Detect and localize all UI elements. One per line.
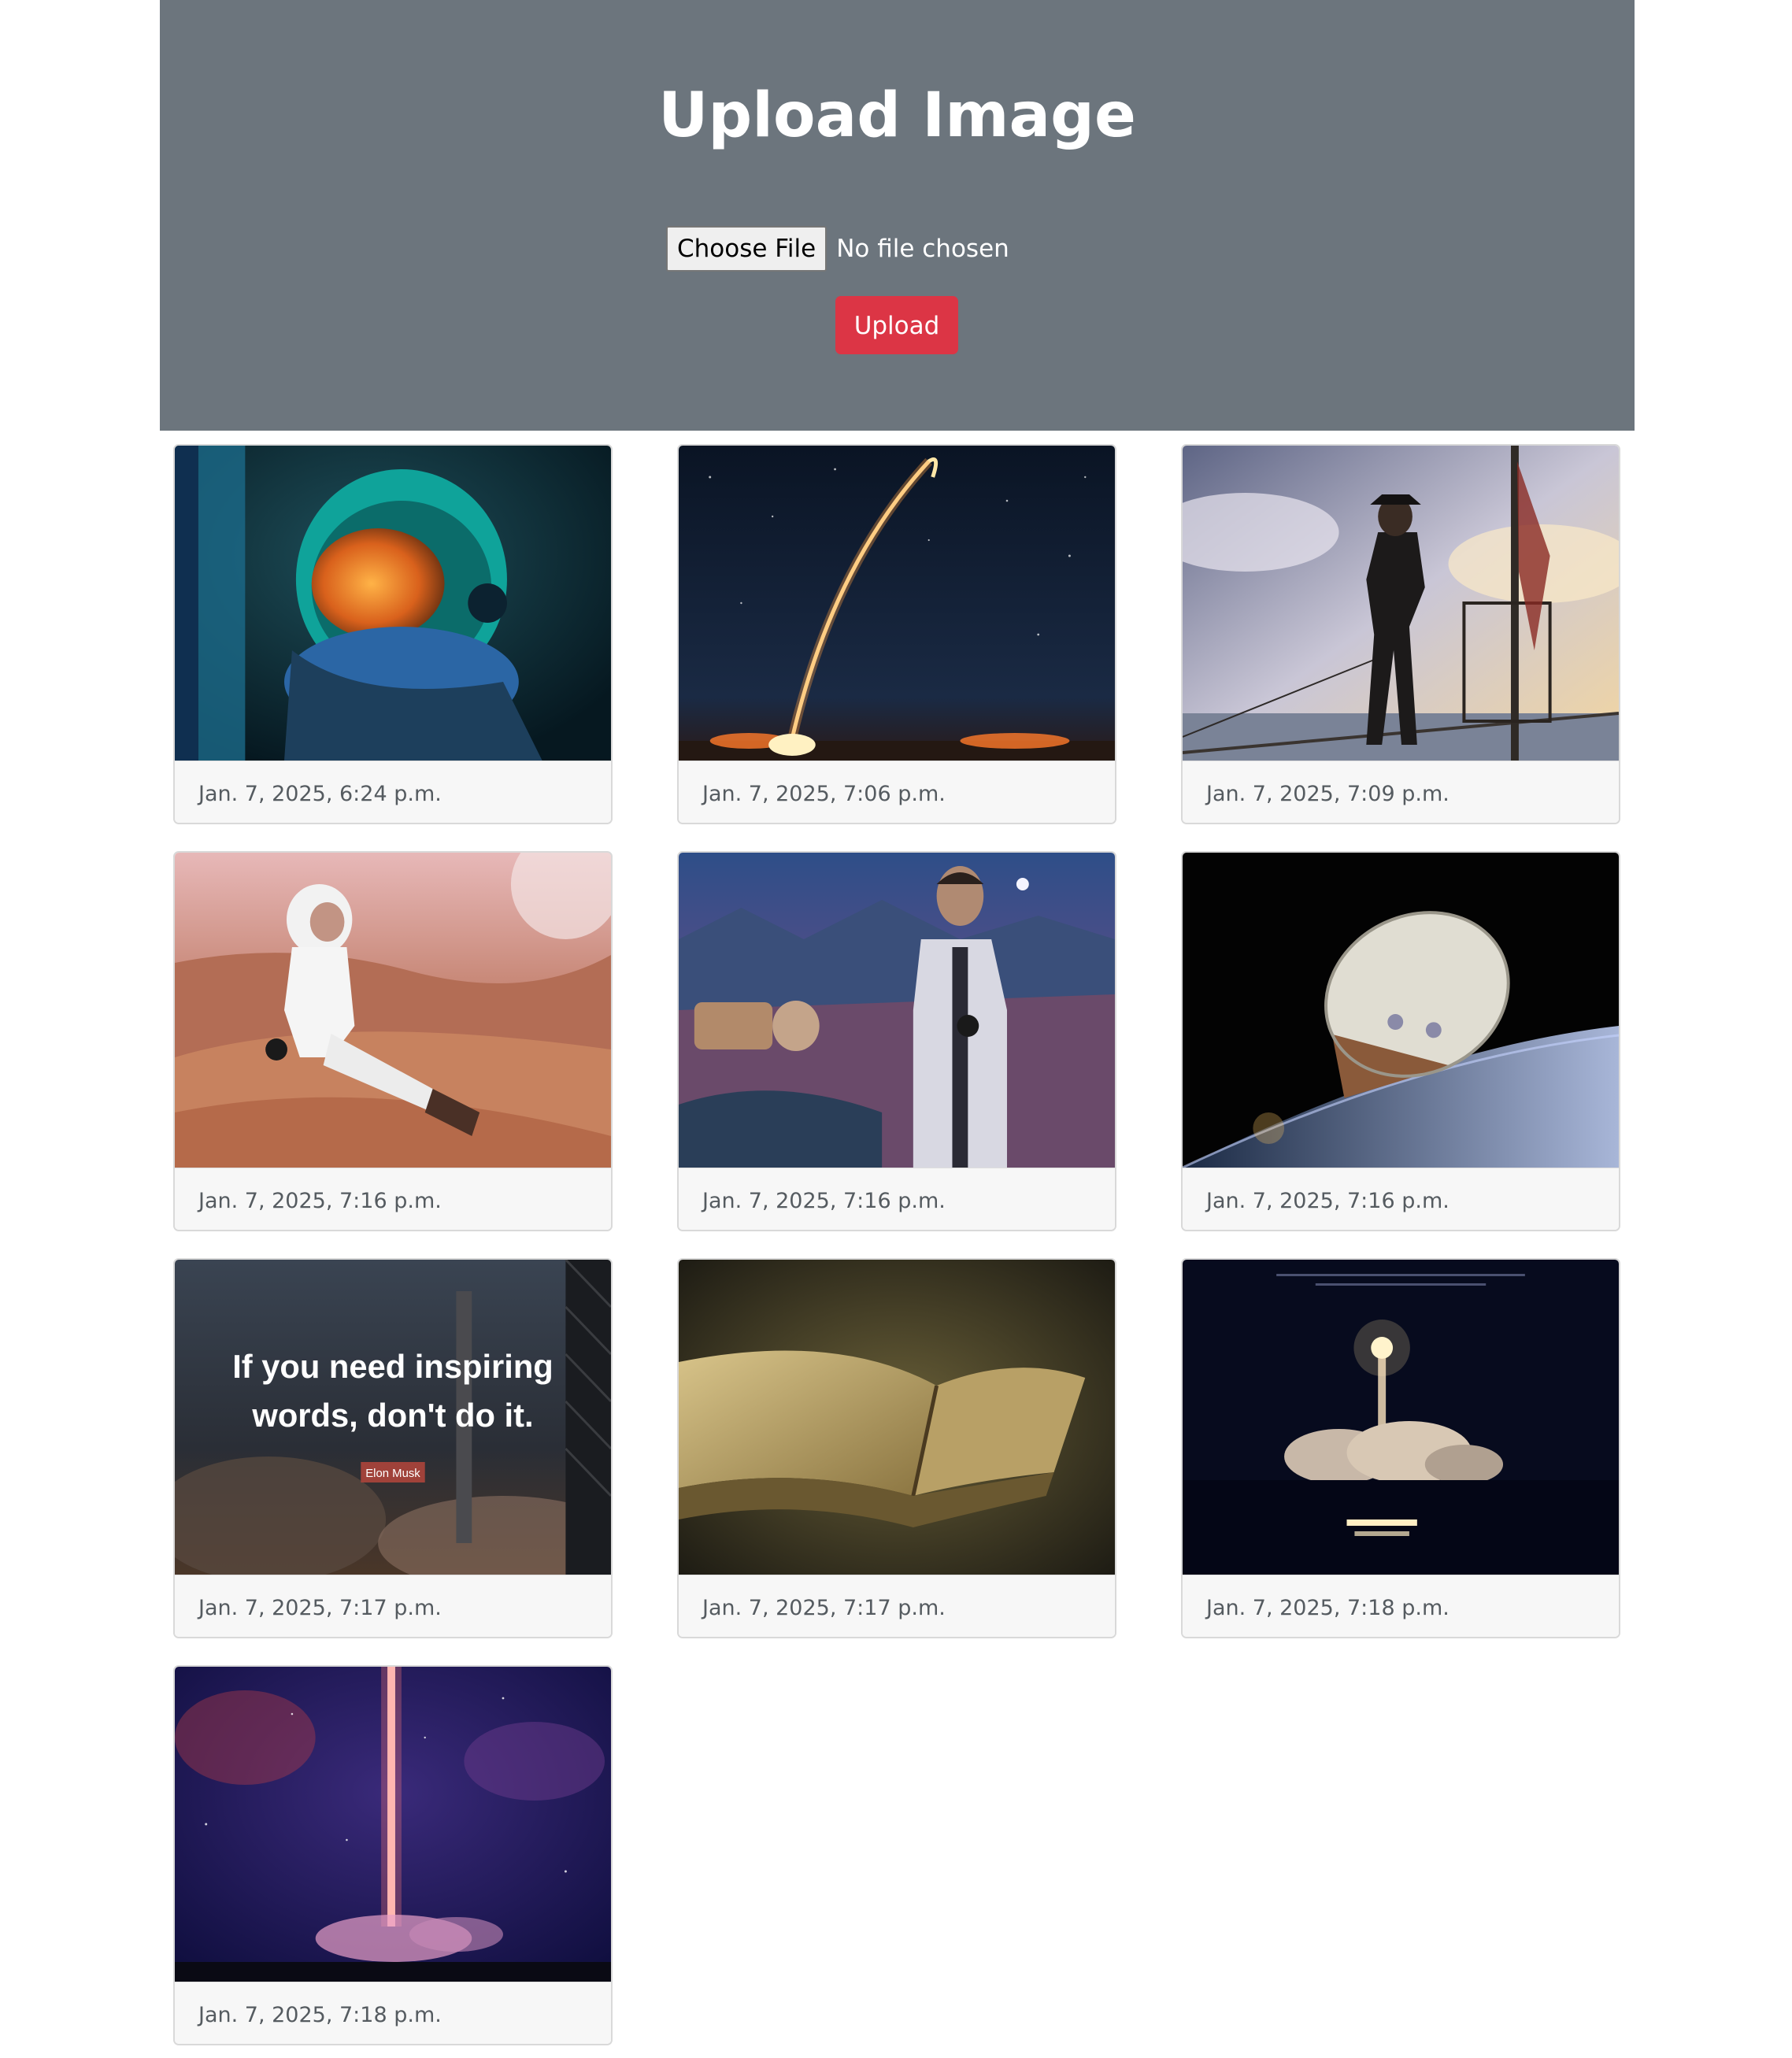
card-footer: Jan. 7, 2025, 7:17 p.m. [175, 1575, 611, 1637]
upload-timestamp: Jan. 7, 2025, 7:16 p.m. [1206, 1189, 1450, 1213]
upload-timestamp: Jan. 7, 2025, 7:17 p.m. [702, 1596, 946, 1620]
card-footer: Jan. 7, 2025, 7:18 p.m. [175, 1982, 611, 2044]
page-container: Upload Image Choose File No file chosen … [160, 0, 1635, 2058]
upload-timestamp: Jan. 7, 2025, 7:06 p.m. [702, 782, 946, 806]
gallery-image[interactable] [175, 1667, 611, 1982]
card-footer: Jan. 7, 2025, 7:06 p.m. [679, 761, 1115, 823]
upload-timestamp: Jan. 7, 2025, 7:16 p.m. [702, 1189, 946, 1213]
file-status-text: No file chosen [836, 235, 1009, 263]
page-title: Upload Image [658, 80, 1136, 151]
image-card[interactable]: Jan. 7, 2025, 7:16 p.m. [677, 851, 1116, 1231]
gallery-image[interactable] [175, 446, 611, 761]
upload-timestamp: Jan. 7, 2025, 7:09 p.m. [1206, 782, 1450, 806]
gallery-image[interactable] [679, 1260, 1115, 1575]
card-footer: Jan. 7, 2025, 7:16 p.m. [679, 1168, 1115, 1230]
gallery-image[interactable] [175, 853, 611, 1168]
image-card[interactable]: Jan. 7, 2025, 7:18 p.m. [173, 1665, 613, 2045]
gallery-image[interactable] [1183, 1260, 1619, 1575]
image-card[interactable]: Jan. 7, 2025, 7:09 p.m. [1181, 444, 1620, 824]
quote-line-2: words, don't do it. [251, 1397, 533, 1434]
card-footer: Jan. 7, 2025, 6:24 p.m. [175, 761, 611, 823]
upload-timestamp: Jan. 7, 2025, 7:17 p.m. [198, 1596, 442, 1620]
file-input[interactable]: Choose File No file chosen [666, 226, 1009, 272]
upload-button[interactable]: Upload [835, 296, 958, 354]
image-card[interactable]: Jan. 7, 2025, 7:16 p.m. [1181, 851, 1620, 1231]
gallery-image[interactable]: If you need inspiring words, don't do it… [175, 1260, 611, 1575]
gallery-image[interactable] [679, 446, 1115, 761]
image-gallery: Jan. 7, 2025, 6:24 p.m. Jan. 7, 2025, 7:… [160, 431, 1635, 2058]
upload-timestamp: Jan. 7, 2025, 7:16 p.m. [198, 1189, 442, 1213]
card-footer: Jan. 7, 2025, 7:16 p.m. [175, 1168, 611, 1230]
upload-header: Upload Image Choose File No file chosen … [160, 0, 1635, 431]
image-card[interactable]: Jan. 7, 2025, 7:18 p.m. [1181, 1258, 1620, 1638]
image-card[interactable]: Jan. 7, 2025, 7:16 p.m. [173, 851, 613, 1231]
card-footer: Jan. 7, 2025, 7:18 p.m. [1183, 1575, 1619, 1637]
upload-timestamp: Jan. 7, 2025, 7:18 p.m. [198, 2003, 442, 2027]
quote-line-1: If you need inspiring [232, 1348, 554, 1385]
gallery-image[interactable] [1183, 446, 1619, 761]
card-footer: Jan. 7, 2025, 7:17 p.m. [679, 1575, 1115, 1637]
image-card[interactable]: If you need inspiring words, don't do it… [173, 1258, 613, 1638]
upload-timestamp: Jan. 7, 2025, 6:24 p.m. [198, 782, 442, 806]
card-footer: Jan. 7, 2025, 7:16 p.m. [1183, 1168, 1619, 1230]
gallery-image[interactable] [1183, 853, 1619, 1168]
card-footer: Jan. 7, 2025, 7:09 p.m. [1183, 761, 1619, 823]
gallery-image[interactable] [679, 853, 1115, 1168]
choose-file-button[interactable]: Choose File [666, 226, 828, 272]
upload-timestamp: Jan. 7, 2025, 7:18 p.m. [1206, 1596, 1450, 1620]
image-card[interactable]: Jan. 7, 2025, 7:06 p.m. [677, 444, 1116, 824]
image-card[interactable]: Jan. 7, 2025, 6:24 p.m. [173, 444, 613, 824]
image-card[interactable]: Jan. 7, 2025, 7:17 p.m. [677, 1258, 1116, 1638]
quote-author: Elon Musk [365, 1467, 420, 1480]
